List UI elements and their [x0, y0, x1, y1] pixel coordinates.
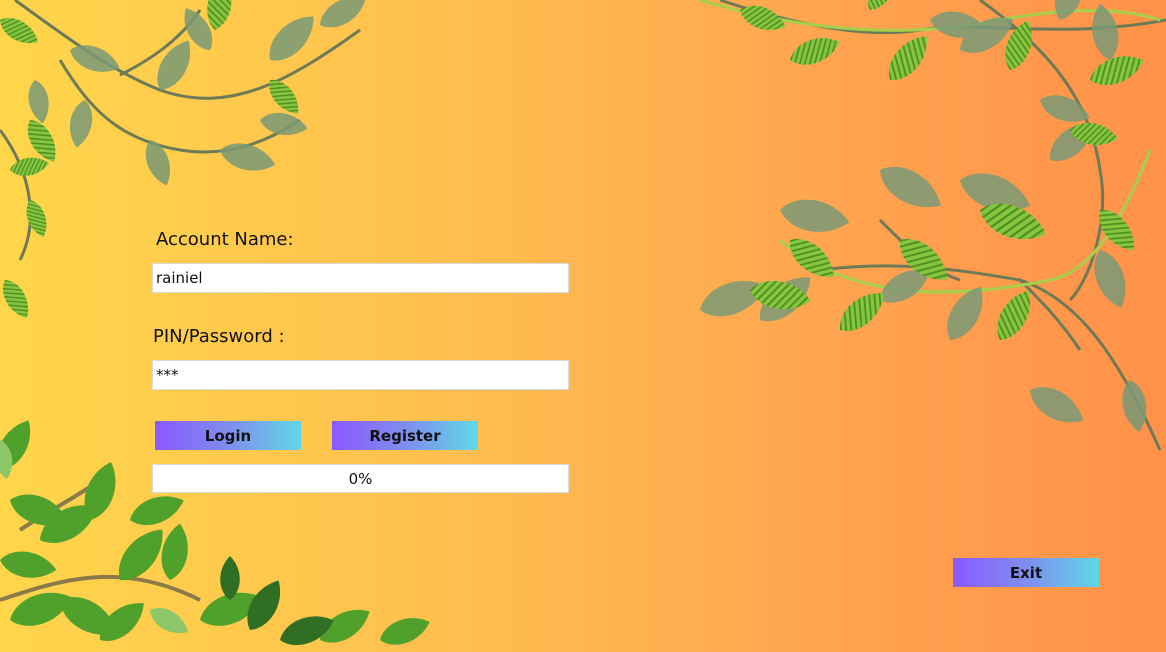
progress-percent-text: 0%: [348, 469, 373, 488]
register-button[interactable]: Register: [332, 421, 478, 450]
pin-password-input[interactable]: ***: [152, 360, 569, 390]
account-name-input[interactable]: rainiel: [152, 263, 569, 293]
account-name-label: Account Name:: [156, 229, 294, 250]
pin-password-label: PIN/Password :: [153, 326, 285, 347]
exit-button[interactable]: Exit: [953, 558, 1099, 587]
login-progress-bar: 0%: [152, 464, 569, 493]
login-button[interactable]: Login: [155, 421, 301, 450]
